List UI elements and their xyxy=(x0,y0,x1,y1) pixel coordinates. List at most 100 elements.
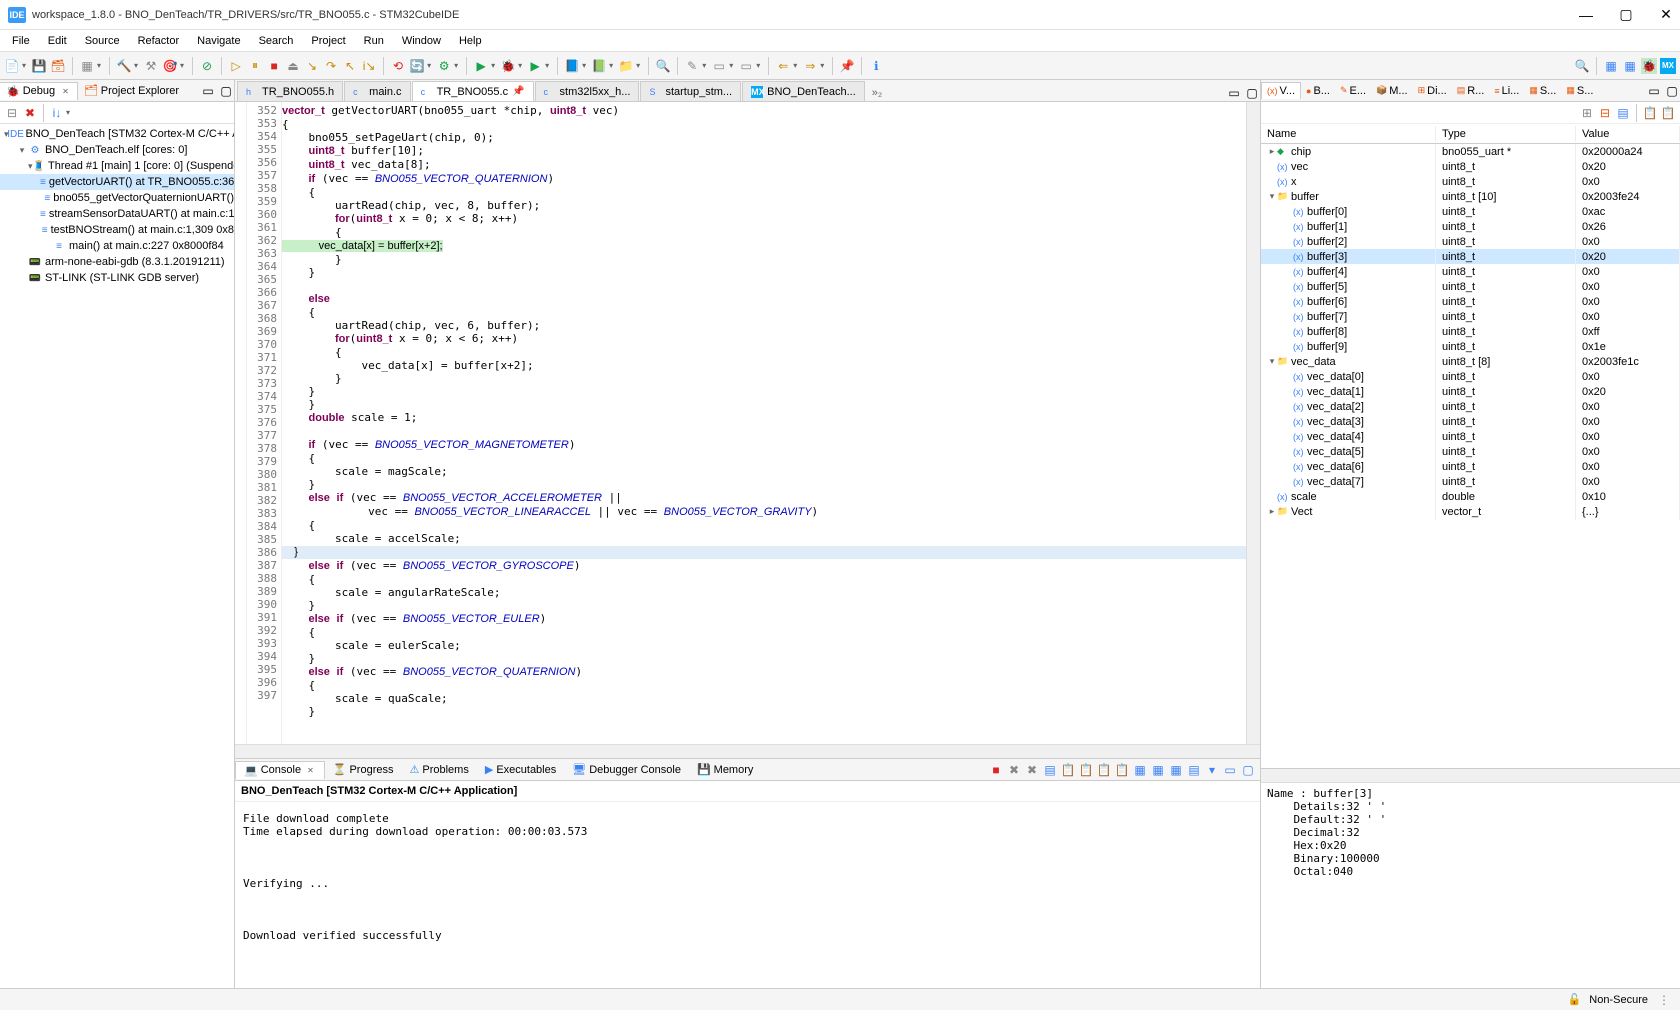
debug-tree-item[interactable]: 📟arm-none-eabi-gdb (8.3.1.20191211) xyxy=(0,254,234,270)
variable-row[interactable]: (x)scaledouble0x10 xyxy=(1261,489,1680,504)
info-icon[interactable]: ℹ xyxy=(868,58,884,74)
col-value[interactable]: Value xyxy=(1576,126,1680,142)
col-type[interactable]: Type xyxy=(1436,126,1576,142)
console-tb-btn[interactable]: ✖ xyxy=(1006,762,1022,778)
instruction-step-icon[interactable]: i↘ xyxy=(361,58,377,74)
variable-row[interactable]: ▾📁bufferuint8_t [10]0x2003fe24 xyxy=(1261,189,1680,204)
xx-icon[interactable]: ⚙ xyxy=(436,58,452,74)
variable-row[interactable]: (x)buffer[7]uint8_t0x0 xyxy=(1261,309,1680,324)
step-over-icon[interactable]: ↷ xyxy=(323,58,339,74)
col-name[interactable]: Name xyxy=(1261,126,1436,142)
debug-perspective-icon[interactable]: 🐞 xyxy=(1641,58,1657,74)
console-tb-btn[interactable]: 📋 xyxy=(1114,762,1130,778)
variable-row[interactable]: (x)buffer[4]uint8_t0x0 xyxy=(1261,264,1680,279)
terminate-icon[interactable]: ■ xyxy=(266,58,282,74)
project-explorer-tab[interactable]: 🗂 Project Explorer xyxy=(78,82,185,99)
suspend-icon[interactable]: ⏸ xyxy=(247,58,263,74)
marker-bar[interactable] xyxy=(235,102,247,744)
variable-row[interactable]: (x)vec_data[3]uint8_t0x0 xyxy=(1261,414,1680,429)
variable-row[interactable]: (x)vec_data[1]uint8_t0x20 xyxy=(1261,384,1680,399)
close-icon[interactable]: ✕ xyxy=(62,87,69,96)
debug-tab[interactable]: 🐞 Debug ✕ xyxy=(0,82,78,100)
debug-tree-item[interactable]: ≡testBNOStream() at main.c:1,309 0x8 xyxy=(0,222,234,238)
variable-row[interactable]: (x)vec_data[0]uint8_t0x0 xyxy=(1261,369,1680,384)
max-right-icon[interactable]: ▢ xyxy=(1664,83,1680,99)
variable-row[interactable]: ▾📁vec_datauint8_t [8]0x2003fe1c xyxy=(1261,354,1680,369)
console-tb-btn[interactable]: 📋 xyxy=(1078,762,1094,778)
console-tb-btn[interactable]: ▤ xyxy=(1186,762,1202,778)
search-icon[interactable]: 🔍 xyxy=(655,58,671,74)
disconnect-icon[interactable]: ⏏ xyxy=(285,58,301,74)
menu-search[interactable]: Search xyxy=(251,33,302,49)
right-tab[interactable]: ●B... xyxy=(1301,83,1335,99)
build-icon[interactable]: 🔨 xyxy=(116,58,132,74)
menu-window[interactable]: Window xyxy=(394,33,449,49)
max-editor-icon[interactable]: ▢ xyxy=(1244,85,1260,101)
debug-tree-item[interactable]: ▾🧵Thread #1 [main] 1 [core: 0] (Suspende xyxy=(0,158,234,174)
mx-perspective-icon[interactable]: MX xyxy=(1660,58,1676,74)
bottom-tab-progress[interactable]: ⏳Progress xyxy=(325,761,402,778)
reset-icon[interactable]: 🔄 xyxy=(409,58,425,74)
new-icon[interactable]: 📄 xyxy=(4,58,20,74)
variable-row[interactable]: (x)buffer[5]uint8_t0x0 xyxy=(1261,279,1680,294)
tab-overflow[interactable]: »₂ xyxy=(866,85,888,101)
forward-icon[interactable]: ⇒ xyxy=(802,58,818,74)
variable-row[interactable]: ▸◆chipbno055_uart *0x20000a24 xyxy=(1261,144,1680,159)
next-annotation-icon[interactable]: ▭ xyxy=(711,58,727,74)
menu-edit[interactable]: Edit xyxy=(40,33,75,49)
console-tb-btn[interactable]: ▤ xyxy=(1042,762,1058,778)
variable-row[interactable]: (x)vec_data[6]uint8_t0x0 xyxy=(1261,459,1680,474)
prev-annotation-icon[interactable]: ▭ xyxy=(738,58,754,74)
maximize-button[interactable]: ▢ xyxy=(1620,9,1632,21)
pin-editor-icon[interactable]: 📌 xyxy=(839,58,855,74)
right-tab[interactable]: ≡Li... xyxy=(1489,83,1524,99)
right-tab[interactable]: ▦S... xyxy=(1561,83,1598,99)
debug-tree-item[interactable]: ▾⚙BNO_DenTeach.elf [cores: 0] xyxy=(0,142,234,158)
console-tb-btn[interactable]: ▢ xyxy=(1240,762,1256,778)
variable-row[interactable]: (x)vec_data[4]uint8_t0x0 xyxy=(1261,429,1680,444)
code-editor[interactable]: 352 353 354 355 356 357 358 359 360 361 … xyxy=(235,102,1260,744)
console-tb-btn[interactable]: ▦ xyxy=(1150,762,1166,778)
ext-run-icon[interactable]: ▶ xyxy=(527,58,543,74)
view-menu-icon[interactable]: i↓ xyxy=(49,105,65,121)
save-icon[interactable]: 💾 xyxy=(31,58,47,74)
run-icon[interactable]: ▶ xyxy=(473,58,489,74)
menu-help[interactable]: Help xyxy=(451,33,490,49)
debug-tree-item[interactable]: ≡bno055_getVectorQuaternionUART() xyxy=(0,190,234,206)
open-perspective-icon[interactable]: ▦ xyxy=(1603,58,1619,74)
build-all-icon[interactable]: ⚒ xyxy=(143,58,159,74)
line-gutter[interactable]: 352 353 354 355 356 357 358 359 360 361 … xyxy=(247,102,282,744)
target-icon[interactable]: 🎯 xyxy=(162,58,178,74)
debug-tree-item[interactable]: ≡main() at main.c:227 0x8000f84 xyxy=(0,238,234,254)
editor-tab[interactable]: Sstartup_stm... xyxy=(640,81,741,101)
new-folder-icon[interactable]: 📁 xyxy=(618,58,634,74)
min-right-icon[interactable]: ▭ xyxy=(1646,83,1662,99)
variable-row[interactable]: (x)vec_data[5]uint8_t0x0 xyxy=(1261,444,1680,459)
columns-icon[interactable]: ▤ xyxy=(1615,105,1631,121)
console-tb-btn[interactable]: ▦ xyxy=(1132,762,1148,778)
collapse-icon[interactable]: ⊟ xyxy=(1597,105,1613,121)
variable-row[interactable]: ▸📁Vectvector_t{...} xyxy=(1261,504,1680,519)
code-content[interactable]: vector_t getVectorUART(bno055_uart *chip… xyxy=(282,102,1246,744)
resume-icon[interactable]: ▷ xyxy=(228,58,244,74)
toggle-mark-icon[interactable]: ✎ xyxy=(684,58,700,74)
variable-row[interactable]: (x)buffer[9]uint8_t0x1e xyxy=(1261,339,1680,354)
new-expr-icon[interactable]: 📋 xyxy=(1660,105,1676,121)
statusbar-menu-icon[interactable]: ⋮ xyxy=(1656,992,1672,1008)
editor-tab[interactable]: hTR_BNO055.h xyxy=(237,81,343,101)
variable-row[interactable]: (x)buffer[6]uint8_t0x0 xyxy=(1261,294,1680,309)
overview-ruler[interactable] xyxy=(1246,102,1260,744)
right-tab[interactable]: ▦S... xyxy=(1524,83,1561,99)
console-body[interactable]: File download complete Time elapsed duri… xyxy=(235,802,1260,988)
minimize-button[interactable]: — xyxy=(1580,9,1592,21)
save-all-icon[interactable]: 🗃 xyxy=(50,58,66,74)
quick-access-icon[interactable]: 🔍 xyxy=(1574,58,1590,74)
menu-run[interactable]: Run xyxy=(356,33,392,49)
bottom-tab-console[interactable]: 💻Console✕ xyxy=(235,761,325,779)
new-watch-icon[interactable]: 📋 xyxy=(1642,105,1658,121)
bottom-tab-executables[interactable]: ▶Executables xyxy=(477,761,564,778)
skip-breakpoints-icon[interactable]: ⊘ xyxy=(199,58,215,74)
new-cpp-icon[interactable]: 📘 xyxy=(564,58,580,74)
console-tb-btn[interactable]: ▾ xyxy=(1204,762,1220,778)
menu-file[interactable]: File xyxy=(4,33,38,49)
